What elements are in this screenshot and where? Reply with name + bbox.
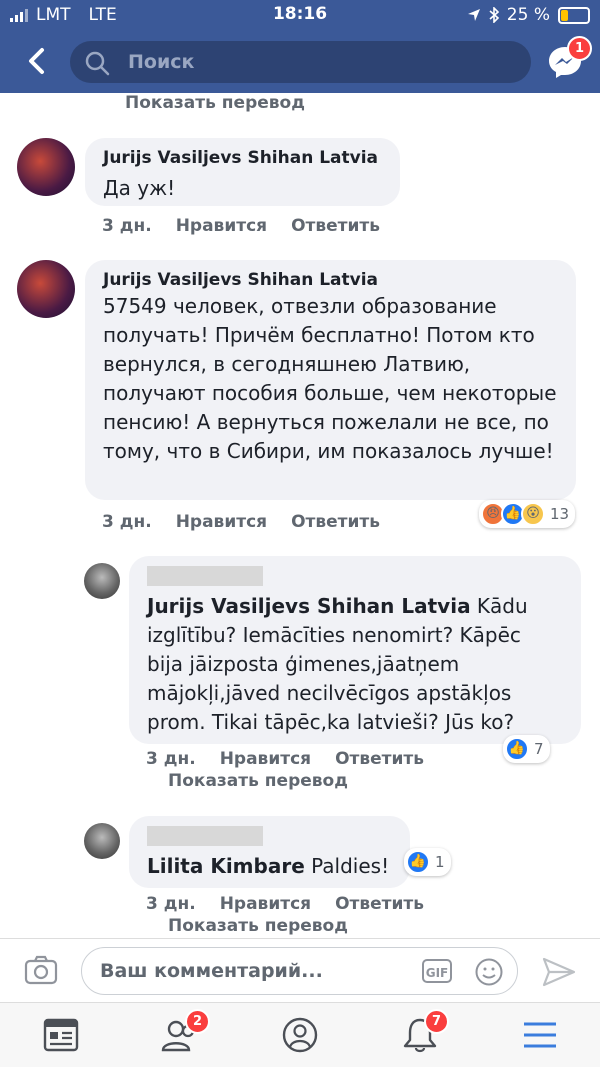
profile-icon[interactable] bbox=[280, 1017, 320, 1053]
show-translation-link[interactable]: Показать перевод bbox=[125, 93, 305, 113]
comment-text: Да уж! bbox=[103, 176, 176, 200]
avatar[interactable] bbox=[84, 823, 120, 859]
reaction-count: 1 bbox=[435, 853, 445, 871]
messenger-button[interactable]: 1 bbox=[547, 36, 592, 80]
like-link[interactable]: Нравится bbox=[176, 216, 267, 236]
app-header: LMT LTE 18:16 25 % Поиск 1 bbox=[0, 0, 600, 93]
avatar[interactable] bbox=[17, 138, 75, 196]
status-right: 25 % bbox=[467, 5, 590, 25]
comment-actions: 3 дн. Нравится Ответить bbox=[102, 512, 404, 532]
comment-actions: 3 дн. Нравится Ответить bbox=[146, 749, 448, 769]
comment-text: Lilita Kimbare Paldies! bbox=[147, 852, 392, 881]
comment-time: 3 дн. bbox=[146, 894, 196, 914]
camera-icon[interactable] bbox=[24, 955, 58, 985]
reply-text: Paldies! bbox=[304, 854, 390, 878]
redacted-author bbox=[147, 826, 263, 846]
like-reaction-icon: 👍 bbox=[406, 850, 430, 874]
sticker-icon[interactable] bbox=[474, 957, 504, 987]
reaction-summary[interactable]: 👍 7 bbox=[503, 735, 550, 763]
search-bar[interactable]: Поиск bbox=[70, 41, 531, 83]
like-link[interactable]: Нравится bbox=[176, 512, 267, 532]
comment-author[interactable]: Jurijs Vasiljevs Shihan Latvia bbox=[103, 148, 382, 168]
comment-actions: 3 дн. Нравится Ответить bbox=[102, 216, 404, 236]
like-link[interactable]: Нравится bbox=[220, 894, 311, 914]
reply-bubble: Lilita Kimbare Paldies! bbox=[129, 816, 410, 888]
show-translation-link[interactable]: Показать перевод bbox=[168, 916, 348, 936]
mention-link[interactable]: Jurijs Vasiljevs Shihan Latvia bbox=[147, 594, 471, 618]
comment-time: 3 дн. bbox=[102, 512, 152, 532]
reaction-count: 7 bbox=[534, 740, 544, 758]
comment-bubble: Jurijs Vasiljevs Shihan Latvia 57549 чел… bbox=[85, 260, 576, 500]
comment-bubble: Jurijs Vasiljevs Shihan Latvia Да уж! bbox=[85, 138, 400, 206]
gif-button[interactable]: GIF bbox=[422, 959, 452, 983]
comment-placeholder: Ваш комментарий... bbox=[100, 960, 323, 982]
battery-percent: 25 % bbox=[506, 5, 550, 25]
bluetooth-icon bbox=[489, 7, 499, 23]
notifications-badge: 7 bbox=[424, 1009, 449, 1034]
reaction-count: 13 bbox=[550, 505, 570, 523]
back-arrow-icon[interactable] bbox=[20, 44, 54, 78]
reaction-summary[interactable]: 👍 1 bbox=[404, 848, 451, 876]
news-feed-icon[interactable] bbox=[41, 1017, 81, 1053]
avatar[interactable] bbox=[17, 260, 75, 318]
friend-requests-badge: 2 bbox=[185, 1009, 210, 1034]
like-reaction-icon: 👍 bbox=[505, 737, 529, 761]
reply-link[interactable]: Ответить bbox=[335, 749, 424, 769]
comment-time: 3 дн. bbox=[146, 749, 196, 769]
messenger-badge: 1 bbox=[567, 36, 592, 61]
comment-input[interactable]: Ваш комментарий... GIF bbox=[81, 947, 518, 995]
comment-list: Показать перевод Jurijs Vasiljevs Shihan… bbox=[0, 93, 600, 938]
redacted-author bbox=[147, 566, 263, 586]
search-placeholder: Поиск bbox=[128, 51, 195, 73]
avatar[interactable] bbox=[84, 563, 120, 599]
comment-actions: 3 дн. Нравится Ответить bbox=[146, 894, 448, 914]
send-icon[interactable] bbox=[542, 957, 576, 987]
reply-link[interactable]: Ответить bbox=[291, 216, 380, 236]
comment-time: 3 дн. bbox=[102, 216, 152, 236]
reaction-summary[interactable]: 😠 👍 😮 13 bbox=[479, 500, 576, 528]
reply-link[interactable]: Ответить bbox=[335, 894, 424, 914]
search-icon bbox=[85, 51, 110, 76]
status-bar: LMT LTE 18:16 25 % bbox=[0, 0, 600, 32]
bottom-tab-bar: 2 7 bbox=[0, 1002, 600, 1067]
notifications-tab[interactable]: 7 bbox=[400, 1009, 449, 1053]
comment-composer: Ваш комментарий... GIF bbox=[0, 938, 600, 1003]
comment-author[interactable]: Jurijs Vasiljevs Shihan Latvia bbox=[103, 270, 558, 290]
location-icon bbox=[467, 9, 480, 21]
menu-icon[interactable] bbox=[520, 1017, 560, 1053]
like-link[interactable]: Нравится bbox=[220, 749, 311, 769]
comment-text: Jurijs Vasiljevs Shihan Latvia Kādu izgl… bbox=[147, 592, 563, 737]
battery-icon bbox=[558, 6, 590, 24]
reply-bubble: Jurijs Vasiljevs Shihan Latvia Kādu izgl… bbox=[129, 556, 581, 744]
mention-link[interactable]: Lilita Kimbare bbox=[147, 854, 305, 878]
show-translation-link[interactable]: Показать перевод bbox=[168, 771, 348, 791]
comment-text: 57549 человек, отвезли образование получ… bbox=[103, 294, 557, 463]
reply-link[interactable]: Ответить bbox=[291, 512, 380, 532]
friends-tab[interactable]: 2 bbox=[160, 1009, 210, 1053]
wow-reaction-icon: 😮 bbox=[521, 502, 545, 526]
